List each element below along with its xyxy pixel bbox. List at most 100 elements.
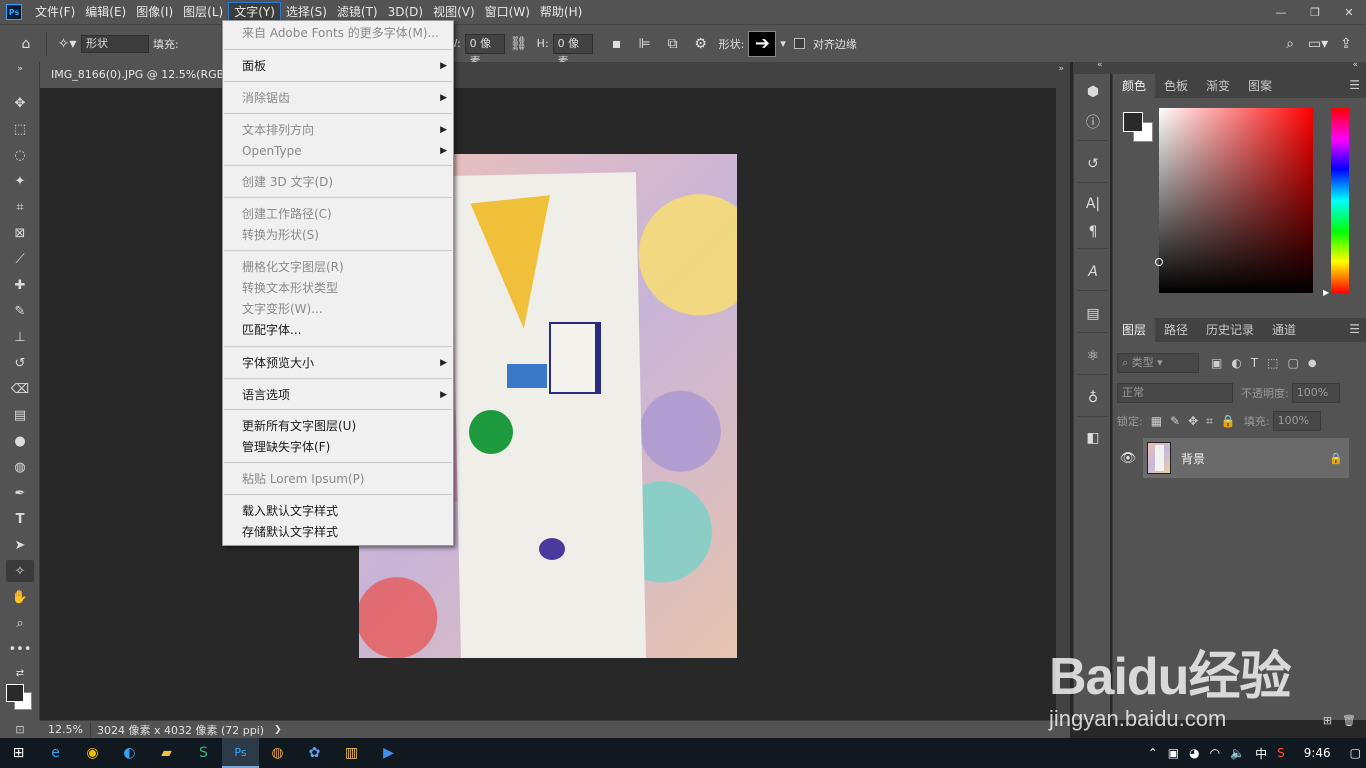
path-arrangement-icon[interactable]: ⧉: [659, 30, 687, 58]
foreground-color-swatch[interactable]: [6, 684, 24, 702]
close-icon[interactable]: ✕: [1332, 0, 1366, 24]
brush-tool-icon[interactable]: ✎: [6, 300, 34, 322]
history-brush-tool-icon[interactable]: ↺: [6, 352, 34, 374]
move-tool-icon[interactable]: ✥: [6, 92, 34, 114]
edge-icon[interactable]: ◐: [111, 738, 148, 768]
workspace-icon[interactable]: ▭▾: [1304, 30, 1332, 58]
share-icon[interactable]: ⇪: [1332, 30, 1360, 58]
collapse-icon[interactable]: »: [6, 64, 34, 74]
history-icon[interactable]: ↺: [1080, 152, 1106, 176]
more-tools-icon[interactable]: •••: [6, 638, 34, 660]
path-operations-icon[interactable]: ▪: [603, 30, 631, 58]
lasso-tool-icon[interactable]: ◌: [6, 144, 34, 166]
layer-item[interactable]: 背景 🔒: [1143, 438, 1349, 478]
layer-filter-icons[interactable]: ▣◐T⬚▢: [1211, 356, 1308, 370]
glyphs-icon[interactable]: A: [1080, 260, 1106, 284]
frame-tool-icon[interactable]: ⊠: [6, 222, 34, 244]
panel-tab[interactable]: 图层: [1113, 318, 1156, 342]
app-icon[interactable]: ✿: [296, 738, 333, 768]
chrome-icon[interactable]: ◉: [74, 738, 111, 768]
panel-tab[interactable]: 通道: [1263, 318, 1305, 342]
panel-tab[interactable]: 渐变: [1197, 74, 1239, 98]
app-icon[interactable]: ▥: [333, 738, 370, 768]
panel-menu-icon[interactable]: ☰: [1349, 78, 1360, 92]
menu-item[interactable]: 窗口(W): [480, 2, 535, 22]
hue-slider[interactable]: [1331, 108, 1349, 293]
ime-indicator[interactable]: 中: [1250, 745, 1272, 762]
menu-item[interactable]: 视图(V): [428, 2, 480, 22]
link-icon[interactable]: ⛓: [505, 30, 533, 58]
clock[interactable]: 9:46: [1290, 746, 1345, 760]
eraser-tool-icon[interactable]: ⌫: [6, 378, 34, 400]
healing-brush-tool-icon[interactable]: ✚: [6, 274, 34, 296]
gradient-tool-icon[interactable]: ▤: [6, 404, 34, 426]
restore-icon[interactable]: ❐: [1298, 0, 1332, 24]
wifi-icon[interactable]: ◠: [1205, 746, 1225, 760]
media-player-icon[interactable]: ▶: [370, 738, 407, 768]
width-field[interactable]: 0 像素: [464, 33, 505, 68]
chevron-right-icon[interactable]: ❯: [264, 725, 282, 735]
foreground-color-swatch[interactable]: [1123, 112, 1143, 132]
notes-icon[interactable]: ▤: [1080, 302, 1106, 326]
type-menu-item[interactable]: 字体预览大小 ▶: [223, 353, 453, 374]
menu-item[interactable]: 图像(I): [131, 2, 178, 22]
file-explorer-icon[interactable]: ▰: [148, 738, 185, 768]
home-icon[interactable]: ⌂: [12, 30, 40, 58]
minimize-icon[interactable]: —: [1264, 0, 1298, 24]
chevron-down-icon[interactable]: ▾: [780, 37, 786, 50]
path-alignment-icon[interactable]: ⊫: [631, 30, 659, 58]
type-menu-item[interactable]: 面板 ▶: [223, 56, 453, 77]
tool-mode-select[interactable]: 形状: [81, 34, 149, 53]
clone-stamp-tool-icon[interactable]: ⊥: [6, 326, 34, 348]
collapse-icon[interactable]: »: [1058, 62, 1064, 76]
chevron-up-icon[interactable]: ⌃: [1143, 746, 1163, 760]
type-tool-icon[interactable]: T: [6, 508, 34, 530]
menu-item[interactable]: 滤镜(T): [332, 2, 383, 22]
character-icon[interactable]: A|: [1080, 192, 1106, 216]
type-menu-item[interactable]: 载入默认文字样式: [223, 501, 453, 522]
swap-colors-icon[interactable]: ⇄: [6, 662, 34, 684]
menu-item[interactable]: 选择(S): [281, 2, 332, 22]
collapse-icon[interactable]: «: [1352, 60, 1358, 70]
blur-tool-icon[interactable]: ●: [6, 430, 34, 452]
magic-wand-tool-icon[interactable]: ✦: [6, 170, 34, 192]
pen-tool-icon[interactable]: ✒: [6, 482, 34, 504]
hand-tool-icon[interactable]: ✋: [6, 586, 34, 608]
panel-tab[interactable]: 路径: [1155, 318, 1197, 342]
spreadsheet-app-icon[interactable]: S: [185, 738, 222, 768]
ie-browser-icon[interactable]: e: [37, 738, 74, 768]
crop-tool-icon[interactable]: ⌗: [6, 196, 34, 218]
align-edges-checkbox[interactable]: [793, 38, 805, 49]
menu-item[interactable]: 文字(Y): [228, 2, 281, 22]
search-icon[interactable]: ⌕: [1276, 30, 1304, 58]
blend-mode-select[interactable]: 正常: [1117, 383, 1233, 403]
tray-app-icon[interactable]: ▣: [1163, 746, 1184, 760]
volume-icon[interactable]: 🔈: [1225, 746, 1250, 760]
photoshop-taskbar-icon[interactable]: Ps: [222, 738, 259, 768]
lock-icons[interactable]: ▦✎✥⌗🔒: [1151, 414, 1244, 429]
color-picker-cursor[interactable]: [1155, 258, 1163, 266]
dodge-tool-icon[interactable]: ◍: [6, 456, 34, 478]
zoom-level[interactable]: 12.5%: [40, 723, 90, 736]
panel-tab[interactable]: 图案: [1239, 74, 1281, 98]
adjustments-icon[interactable]: ⚛: [1080, 344, 1106, 368]
fill-field[interactable]: 100%: [1272, 411, 1321, 431]
learn-icon[interactable]: ♁: [1080, 386, 1106, 410]
type-menu-item[interactable]: 匹配字体...: [223, 320, 453, 341]
zoom-tool-icon[interactable]: ⌕: [6, 612, 34, 634]
eyedropper-tool-icon[interactable]: ⟋: [6, 248, 34, 270]
info-icon[interactable]: ⓘ: [1080, 110, 1106, 134]
gear-icon[interactable]: ⚙: [687, 30, 715, 58]
height-field[interactable]: 0 像素: [552, 33, 593, 68]
menu-item[interactable]: 帮助(H): [535, 2, 587, 22]
panel-tab[interactable]: 色板: [1155, 74, 1197, 98]
custom-shape-tool-icon[interactable]: ✧▾: [53, 30, 81, 58]
windows-start-icon[interactable]: ⊞: [0, 738, 37, 768]
collapse-icon[interactable]: «: [1097, 60, 1103, 70]
paragraph-icon[interactable]: ¶: [1080, 220, 1106, 244]
path-selection-tool-icon[interactable]: ➤: [6, 534, 34, 556]
marquee-tool-icon[interactable]: ⬚: [6, 118, 34, 140]
menu-item[interactable]: 3D(D): [383, 2, 428, 22]
panel-menu-icon[interactable]: ☰: [1349, 322, 1360, 336]
lock-icon[interactable]: 🔒: [1329, 452, 1349, 465]
